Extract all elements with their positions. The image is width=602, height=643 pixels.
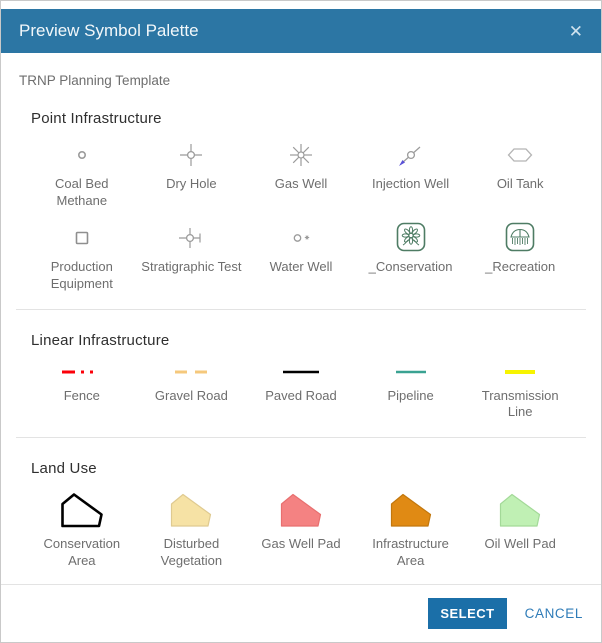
fence-line-symbol [37,361,127,383]
symbol-label: Production Equipment [30,259,134,293]
symbol-cell: Dry Hole [137,139,247,210]
symbol-label: Gas Well Pad [261,536,340,553]
symbol-cell: Infrastructure Area [356,489,466,570]
symbol-label: _Recreation [485,259,555,276]
oil-tank-symbol [500,139,540,171]
symbol-cell: Pipeline [356,361,466,422]
section-linear-infrastructure: Linear Infrastructure Fence Gravel Road Pav… [1,332,601,422]
stratigraphic-test-symbol [171,222,211,254]
conservation-area-polygon-symbol [59,489,105,531]
symbol-cell: Gravel Road [137,361,247,422]
symbol-grid: Coal Bed Methane Dry Hole Gas Well Injectio… [27,139,575,293]
pipeline-line-symbol [366,361,456,383]
symbol-label: Transmission Line [468,388,572,422]
symbol-label: Stratigraphic Test [141,259,241,276]
section-land-use: Land Use Conservation AreaDisturbed Veget… [1,460,601,570]
cancel-button[interactable]: CANCEL [525,606,583,621]
symbol-cell: Paved Road [246,361,356,422]
template-name: TRNP Planning Template [19,73,583,88]
conservation-point-symbol [394,222,428,254]
symbol-label: Paved Road [265,388,337,405]
symbol-cell: Fence [27,361,137,422]
recreation-point-symbol [503,222,537,254]
dialog-title: Preview Symbol Palette [19,21,199,41]
symbol-cell: Gas Well Pad [246,489,356,570]
symbol-cell: Oil Well Pad [465,489,575,570]
symbol-cell: Production Equipment [27,222,137,293]
symbol-label: _Conservation [369,259,453,276]
disturbed-vegetation-polygon-symbol [168,489,214,531]
gas-well-pad-polygon-symbol [278,489,324,531]
symbol-label: Oil Well Pad [485,536,556,553]
gravel-road-line-symbol [146,361,236,383]
divider [16,437,586,438]
section-point-infrastructure: Point Infrastructure Coal Bed Methane Dry … [1,110,601,293]
water-well-symbol [281,222,321,254]
symbol-label: Pipeline [387,388,433,405]
symbol-label: Gravel Road [155,388,228,405]
symbol-cell: Coal Bed Methane [27,139,137,210]
symbol-cell: Stratigraphic Test [137,222,247,293]
sections: Point Infrastructure Coal Bed Methane Dry … [1,110,601,585]
symbol-label: Disturbed Vegetation [139,536,243,570]
symbol-cell: Oil Tank [465,139,575,210]
symbol-cell: Conservation Area [27,489,137,570]
dialog-body: TRNP Planning Template Point Infrastruct… [1,53,601,585]
symbol-label: Oil Tank [497,176,544,193]
symbol-label: Water Well [270,259,333,276]
production-equipment-symbol [62,222,102,254]
symbol-label: Dry Hole [166,176,217,193]
symbol-grid: Conservation AreaDisturbed Vegetation Gas… [27,489,575,570]
section-heading: Land Use [31,460,571,477]
symbol-cell: _Recreation [465,222,575,293]
symbol-cell: Gas Well [246,139,356,210]
preview-symbol-palette-dialog: Preview Symbol Palette ✕ TRNP Planning T… [0,0,602,643]
symbol-cell: Transmission Line [465,361,575,422]
symbol-label: Conservation Area [30,536,134,570]
close-icon[interactable]: ✕ [569,23,583,40]
symbol-cell: _Conservation [356,222,466,293]
section-heading: Linear Infrastructure [31,332,571,349]
symbol-label: Injection Well [372,176,449,193]
symbol-grid: Fence Gravel Road Paved Road Pipeline Transm… [27,361,575,422]
injection-well-symbol [391,139,431,171]
symbol-label: Coal Bed Methane [30,176,134,210]
oil-well-pad-polygon-symbol [497,489,543,531]
symbol-label: Infrastructure Area [359,536,463,570]
symbol-label: Fence [64,388,100,405]
dry-hole-symbol [171,139,211,171]
select-button[interactable]: SELECT [428,598,506,629]
symbol-cell: Injection Well [356,139,466,210]
coal-bed-methane-symbol [62,139,102,171]
gas-well-symbol [281,139,321,171]
symbol-cell: Water Well [246,222,356,293]
divider [16,309,586,310]
transmission-line-symbol [475,361,565,383]
paved-road-line-symbol [256,361,346,383]
section-heading: Point Infrastructure [31,110,571,127]
symbol-label: Gas Well [275,176,328,193]
infrastructure-area-polygon-symbol [388,489,434,531]
dialog-header: Preview Symbol Palette ✕ [1,9,601,53]
symbol-cell: Disturbed Vegetation [137,489,247,570]
dialog-footer: SELECT CANCEL [1,585,601,642]
